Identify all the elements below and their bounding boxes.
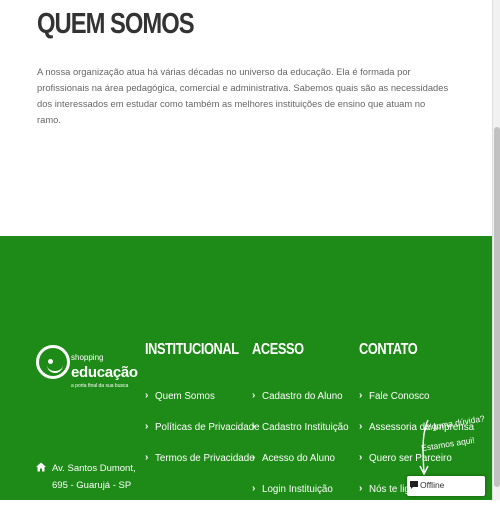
footer-column-title: INSTITUCIONAL: [145, 341, 239, 358]
footer-link-label: Fale Conosco: [369, 391, 430, 402]
chevron-right-icon: ›: [252, 452, 256, 463]
footer-link-label: Cadastro Instituição: [262, 422, 349, 433]
chat-status: Offline: [420, 480, 445, 490]
logo-small-text: shopping: [71, 353, 104, 362]
chat-icon: [410, 481, 418, 489]
footer-link-label: Cadastro do Aluno: [262, 391, 343, 402]
scrollbar[interactable]: [492, 0, 500, 500]
footer-column-title: CONTATO: [359, 341, 418, 358]
about-title: QUEM SOMOS: [37, 8, 195, 40]
chevron-right-icon: ›: [359, 390, 363, 401]
chevron-right-icon: ›: [359, 421, 363, 432]
chevron-right-icon: ›: [145, 452, 149, 463]
about-text: A nossa organização atua há várias décad…: [37, 66, 449, 125]
chevron-right-icon: ›: [252, 483, 256, 494]
chevron-right-icon: ›: [252, 390, 256, 401]
footer-link-label: Políticas de Privacidade: [155, 422, 260, 433]
logo-tagline: a porta final da sua busca: [71, 383, 129, 389]
address-text: Av. Santos Dumont, 695 - Guarujá - SP: [52, 463, 136, 491]
footer-link-label: Quem Somos: [155, 391, 215, 402]
brand-logo[interactable]: shopping educação a porta final da sua b…: [36, 345, 138, 405]
chat-widget[interactable]: Offline: [407, 476, 485, 496]
footer-column-title: ACESSO: [252, 341, 304, 358]
footer-link-label: Login Instituição: [262, 484, 333, 495]
page: QUEM SOMOS A nossa organização atua há v…: [0, 0, 492, 500]
chevron-right-icon: ›: [145, 421, 149, 432]
chevron-right-icon: ›: [359, 452, 363, 463]
footer-column-institucional: INSTITUCIONAL › Quem Somos › Políticas de …: [145, 341, 262, 464]
smiley-logo-icon: [36, 345, 70, 379]
footer-link-label: Acesso do Aluno: [262, 453, 335, 464]
logo-main-text: educação: [71, 364, 138, 381]
footer-column-acesso: ACESSO › Cadastro do Aluno › Cadastro Inst…: [252, 341, 349, 495]
chevron-right-icon: ›: [252, 421, 256, 432]
footer-column-contato: CONTATO › Fale Conosco › Assessoria de Imp…: [359, 341, 474, 495]
arrow-down-icon: [419, 419, 429, 476]
about-section: QUEM SOMOS A nossa organização atua há v…: [0, 0, 492, 236]
footer-link-label: Termos de Privacidade: [155, 453, 255, 464]
chevron-right-icon: ›: [359, 483, 363, 494]
chat-hint: Alguma dúvida? Estamos aqui!: [417, 413, 497, 476]
scrollbar-thumb[interactable]: [494, 127, 500, 487]
chevron-right-icon: ›: [145, 390, 149, 401]
home-icon: [36, 462, 46, 472]
